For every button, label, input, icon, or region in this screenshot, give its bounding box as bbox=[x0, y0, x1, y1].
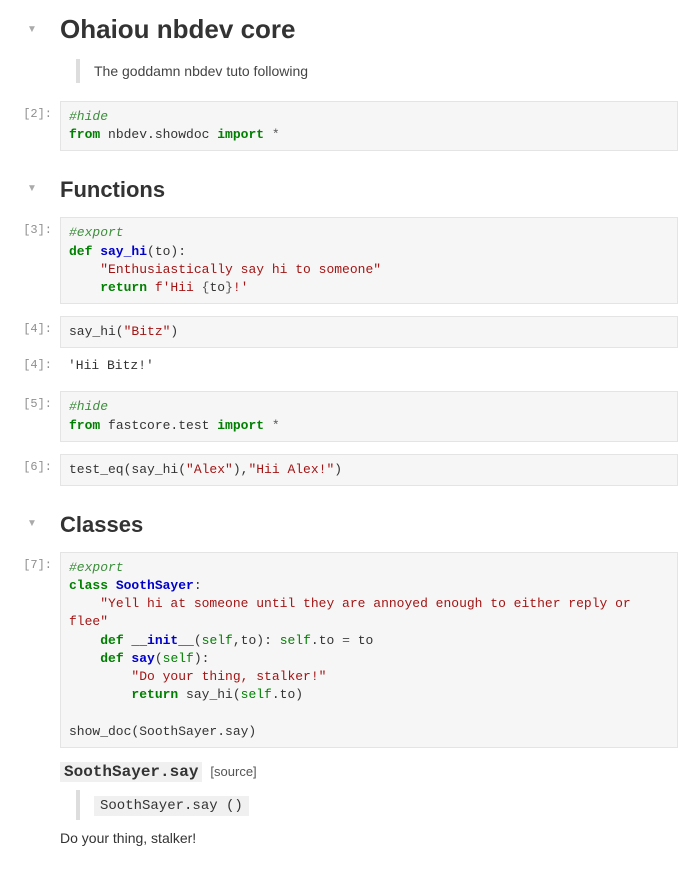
chevron-down-icon[interactable]: ▼ bbox=[24, 518, 40, 529]
code-block[interactable]: #export class SoothSayer: "Yell hi at so… bbox=[60, 552, 678, 748]
code-block[interactable]: test_eq(say_hi("Alex"),"Hii Alex!") bbox=[60, 454, 678, 486]
prompt-in: [7]: bbox=[0, 552, 60, 572]
section-functions: ▼ Functions bbox=[0, 169, 678, 213]
prompt-in: [4]: bbox=[0, 316, 60, 336]
doc-heading-code: SoothSayer.say bbox=[60, 762, 202, 782]
section-heading: Classes bbox=[60, 512, 678, 538]
section-heading: Functions bbox=[60, 177, 678, 203]
prompt-in: [3]: bbox=[0, 217, 60, 237]
section-classes: ▼ Classes bbox=[0, 504, 678, 548]
source-link[interactable]: [source] bbox=[210, 764, 256, 779]
doc-signature-block: SoothSayer.say () bbox=[76, 790, 678, 820]
code-cell-5: [5]: #hide from fastcore.test import * bbox=[0, 391, 678, 441]
chevron-down-icon[interactable]: ▼ bbox=[24, 24, 40, 35]
prompt-in: [5]: bbox=[0, 391, 60, 411]
code-block[interactable]: #export def say_hi(to): "Enthusiasticall… bbox=[60, 217, 678, 304]
collapse-gutter: ▼ bbox=[0, 10, 60, 35]
title-row: ▼ Ohaiou nbdev core The goddamn nbdev tu… bbox=[0, 10, 678, 97]
doc-output: SoothSayer.say [source] SoothSayer.say (… bbox=[0, 752, 678, 850]
chevron-down-icon[interactable]: ▼ bbox=[24, 183, 40, 194]
code-cell-4: [4]: say_hi("Bitz") bbox=[0, 316, 678, 348]
code-block[interactable]: #hide from fastcore.test import * bbox=[60, 391, 678, 441]
code-cell-3: [3]: #export def say_hi(to): "Enthusiast… bbox=[0, 217, 678, 304]
prompt-out: [4]: bbox=[0, 352, 60, 372]
subtitle-quote: The goddamn nbdev tuto following bbox=[76, 59, 678, 83]
doc-heading: SoothSayer.say [source] bbox=[60, 762, 678, 782]
doc-signature: SoothSayer.say () bbox=[94, 796, 249, 816]
doc-body: Do your thing, stalker! bbox=[60, 830, 678, 846]
code-block[interactable]: #hide from nbdev.showdoc import * bbox=[60, 101, 678, 151]
prompt-in: [2]: bbox=[0, 101, 60, 121]
code-block[interactable]: say_hi("Bitz") bbox=[60, 316, 678, 348]
output-cell-4: [4]: 'Hii Bitz!' bbox=[0, 352, 678, 379]
code-cell-7: [7]: #export class SoothSayer: "Yell hi … bbox=[0, 552, 678, 748]
prompt-in: [6]: bbox=[0, 454, 60, 474]
code-cell-2: [2]: #hide from nbdev.showdoc import * bbox=[0, 101, 678, 151]
output-text: 'Hii Bitz!' bbox=[60, 352, 678, 379]
page-title: Ohaiou nbdev core bbox=[60, 14, 678, 45]
code-cell-6: [6]: test_eq(say_hi("Alex"),"Hii Alex!") bbox=[0, 454, 678, 486]
